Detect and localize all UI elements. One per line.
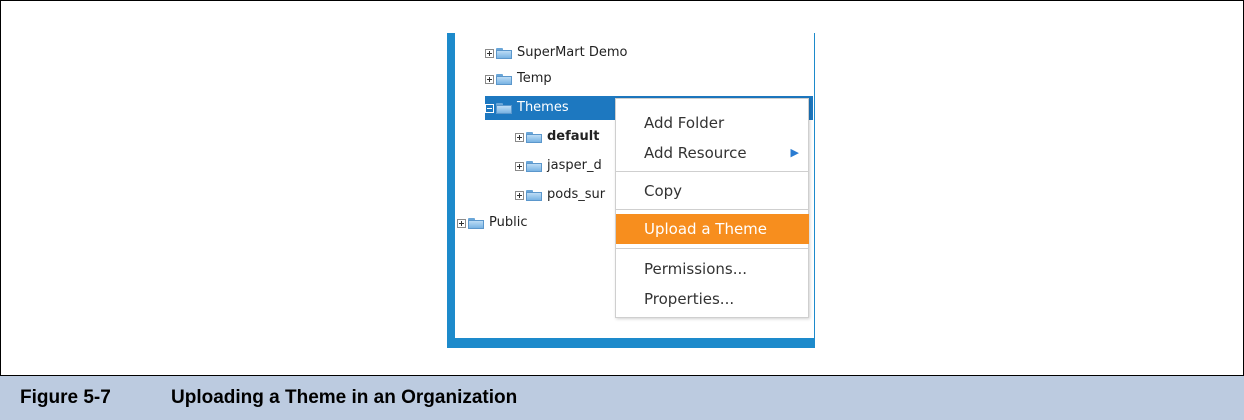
tree-item-jasper-d[interactable]: jasper_d xyxy=(515,154,602,178)
expand-icon[interactable] xyxy=(515,190,524,200)
menu-item-label: Copy xyxy=(644,182,683,200)
expand-icon[interactable] xyxy=(515,161,524,171)
expand-icon[interactable] xyxy=(515,132,524,142)
folder-icon xyxy=(496,73,512,85)
menu-item-label: Upload a Theme xyxy=(644,220,768,238)
tree-item-label: SuperMart Demo xyxy=(517,45,628,60)
tree-item-label: Temp xyxy=(517,71,552,86)
tree-item-label: Public xyxy=(489,215,528,230)
repository-tree-panel: SuperMart Demo Temp Themes default jaspe… xyxy=(455,33,814,338)
menu-item-permissions[interactable]: Permissions... xyxy=(616,254,809,284)
menu-separator xyxy=(616,209,809,210)
tree-item-temp[interactable]: Temp xyxy=(485,67,552,91)
submenu-arrow-icon: ▶ xyxy=(790,146,799,159)
context-menu: Add Folder Add Resource ▶ Copy Upload a … xyxy=(615,98,809,318)
collapse-icon[interactable] xyxy=(485,103,494,113)
tree-item-label: default xyxy=(547,129,600,144)
figure-caption: Figure 5-7 Uploading a Theme in an Organ… xyxy=(0,375,1244,420)
menu-item-properties[interactable]: Properties... xyxy=(616,284,809,314)
figure-title: Uploading a Theme in an Organization xyxy=(171,387,518,408)
menu-separator xyxy=(616,248,809,249)
expand-icon[interactable] xyxy=(457,218,466,228)
tree-item-default[interactable]: default xyxy=(515,125,599,149)
tree-item-label: Themes xyxy=(517,100,569,115)
folder-icon xyxy=(526,160,542,172)
folder-icon xyxy=(526,131,542,143)
menu-separator xyxy=(616,171,809,172)
folder-icon xyxy=(526,189,542,201)
menu-item-label: Add Resource xyxy=(644,144,747,162)
tree-item-pods-sur[interactable]: pods_sur xyxy=(515,183,605,207)
folder-icon xyxy=(468,217,484,229)
folder-icon xyxy=(496,47,512,59)
tree-item-public[interactable]: Public xyxy=(457,211,527,235)
menu-item-label: Permissions... xyxy=(644,260,748,278)
figure-number: Figure 5-7 xyxy=(20,387,111,408)
menu-item-upload-theme[interactable]: Upload a Theme xyxy=(616,214,809,244)
folder-icon xyxy=(496,102,512,114)
screenshot-panel: SuperMart Demo Temp Themes default jaspe… xyxy=(447,33,815,348)
menu-item-add-resource[interactable]: Add Resource ▶ xyxy=(616,138,809,168)
menu-item-copy[interactable]: Copy xyxy=(616,176,809,206)
menu-item-add-folder[interactable]: Add Folder xyxy=(616,108,809,138)
tree-item-label: jasper_d xyxy=(547,158,602,173)
tree-item-label: pods_sur xyxy=(547,187,606,202)
tree-item-supermart-demo[interactable]: SuperMart Demo xyxy=(485,41,627,65)
expand-icon[interactable] xyxy=(485,74,494,84)
menu-item-label: Properties... xyxy=(644,290,735,308)
menu-item-label: Add Folder xyxy=(644,114,725,132)
expand-icon[interactable] xyxy=(485,48,494,58)
